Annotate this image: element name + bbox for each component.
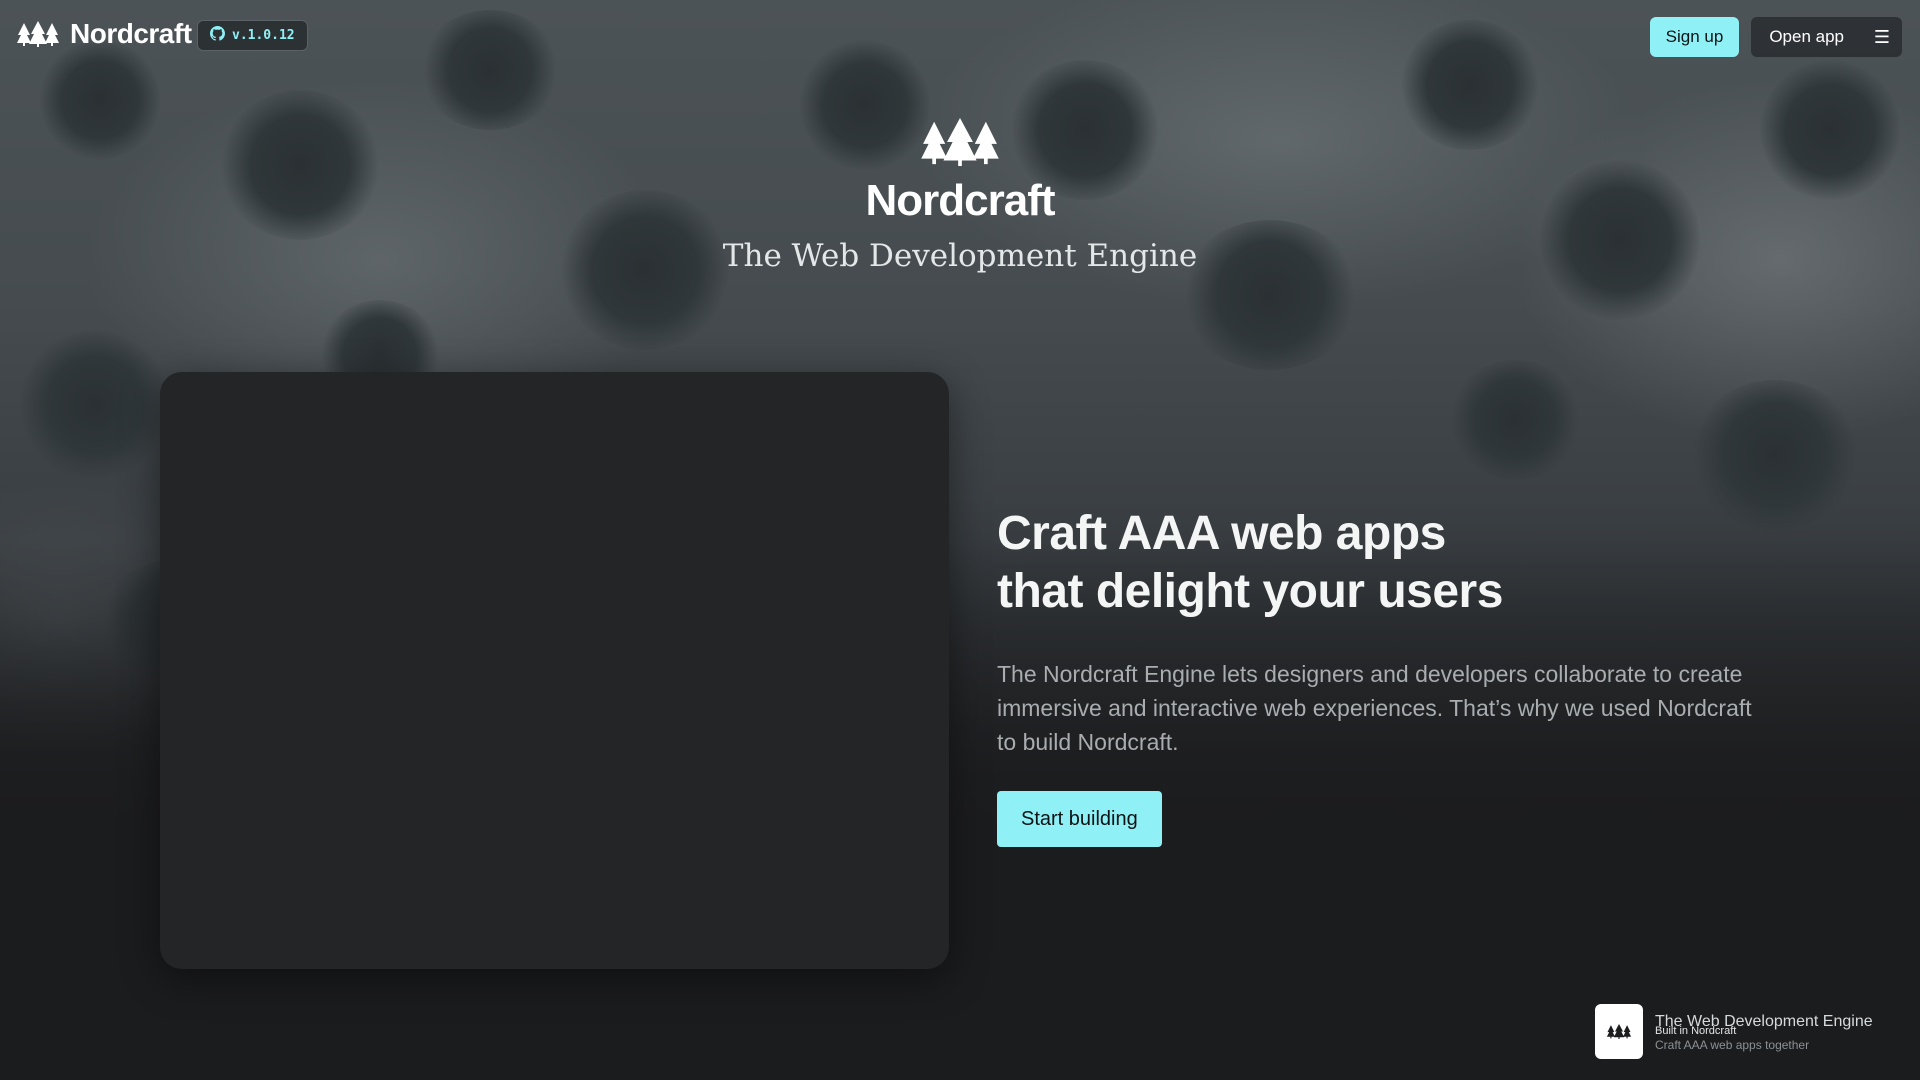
github-icon xyxy=(210,25,225,46)
three-trees-logo-icon xyxy=(1595,1004,1643,1059)
brand-home-link[interactable]: Nordcraft xyxy=(16,18,192,50)
github-version-badge[interactable]: v.1.0.12 xyxy=(197,20,308,51)
start-building-button[interactable]: Start building xyxy=(997,791,1162,847)
top-nav-actions: Sign up Open app ☰ xyxy=(1649,17,1902,57)
three-trees-logo-icon xyxy=(16,21,60,47)
version-label: v.1.0.12 xyxy=(232,28,295,43)
signup-button[interactable]: Sign up xyxy=(1649,17,1740,57)
pitch-headline: Craft AAA web apps that delight your use… xyxy=(997,505,1777,621)
three-trees-logo-icon xyxy=(921,118,999,166)
pitch-section: Craft AAA web apps that delight your use… xyxy=(997,505,1777,847)
brand-name: Nordcraft xyxy=(70,18,192,49)
hero-title: Nordcraft xyxy=(865,176,1055,225)
hero-header: Nordcraft The Web Development Engine xyxy=(0,118,1920,274)
open-app-button[interactable]: Open app xyxy=(1751,17,1862,57)
built-badge-label: Built in Nordcraft xyxy=(1655,1025,1737,1037)
pitch-headline-line: Craft AAA web apps xyxy=(997,507,1446,560)
pitch-body: The Nordcraft Engine lets designers and … xyxy=(997,661,1752,755)
demo-video-card[interactable] xyxy=(160,372,949,969)
open-app-group: Open app ☰ xyxy=(1751,17,1902,57)
pitch-headline-line: that delight your users xyxy=(997,565,1503,618)
built-badge-tagline: Craft AAA web apps together xyxy=(1655,1038,1810,1052)
built-badge-text: The Web Development Engine Built in Nord… xyxy=(1655,1004,1885,1059)
hamburger-menu-icon[interactable]: ☰ xyxy=(1862,17,1902,57)
hero-subtitle: The Web Development Engine xyxy=(722,238,1198,274)
built-in-nordcraft-badge[interactable]: The Web Development Engine Built in Nord… xyxy=(1595,1004,1885,1059)
